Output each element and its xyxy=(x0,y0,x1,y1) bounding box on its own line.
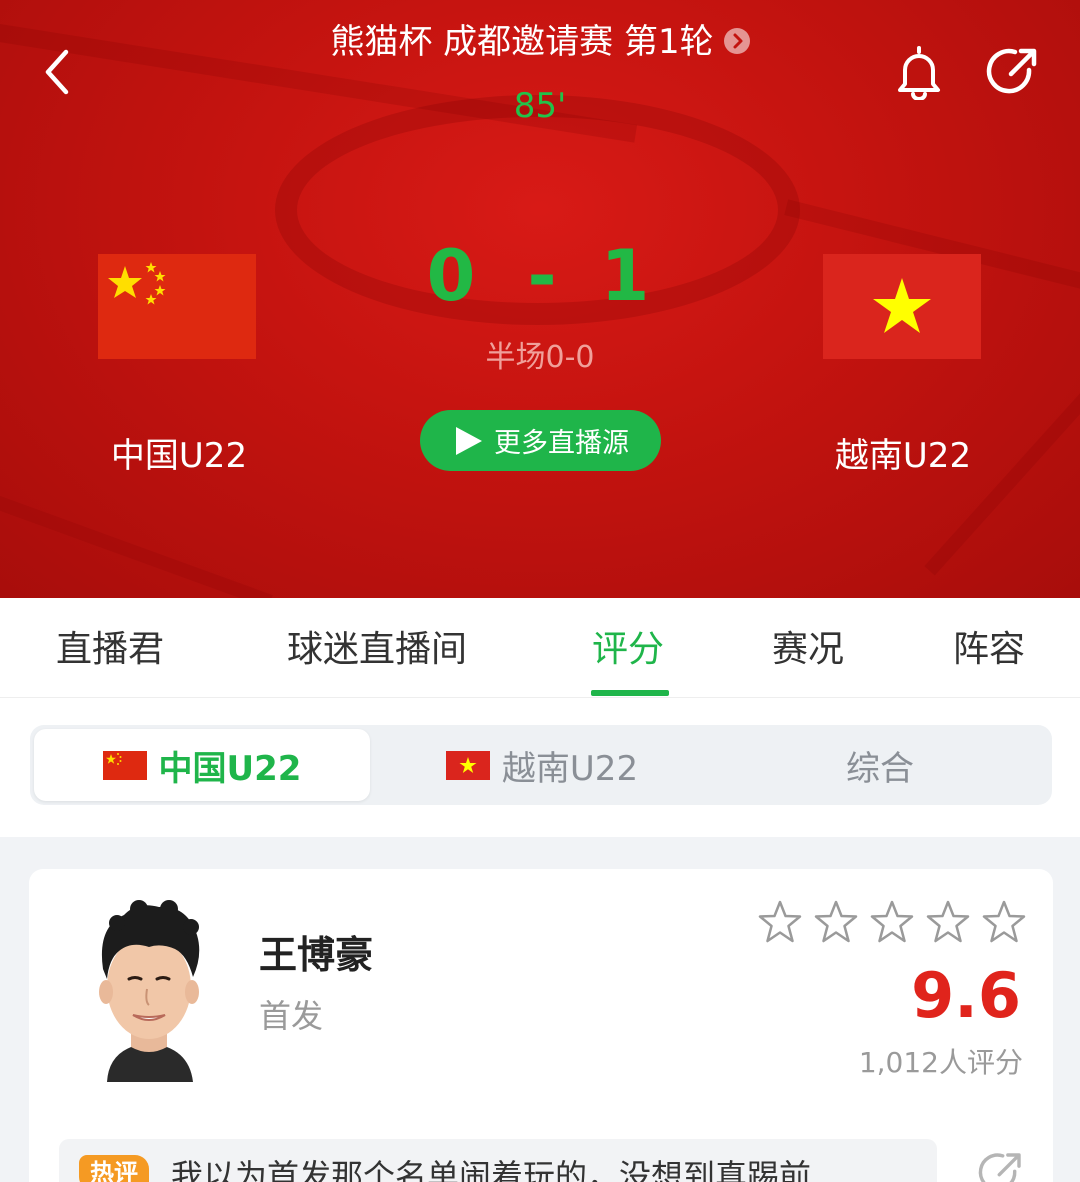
player-rating-card[interactable]: 王博豪 首发 9.6 1,012人评分 热评 我以为首发那个名单闹着玩的，没想到… xyxy=(29,869,1053,1182)
ratings-list: 王博豪 首发 9.6 1,012人评分 热评 我以为首发那个名单闹着玩的，没想到… xyxy=(0,837,1080,1182)
tab-fan-room[interactable]: 球迷直播间 xyxy=(287,620,467,672)
play-icon xyxy=(456,426,482,455)
away-team-name[interactable]: 越南U22 xyxy=(773,428,1033,477)
star-outline-icon[interactable] xyxy=(869,899,915,945)
china-flag-icon xyxy=(102,750,147,780)
comment-share-button[interactable] xyxy=(977,1149,1025,1182)
tab-live-host[interactable]: 直播君 xyxy=(56,620,164,672)
home-score: 0 xyxy=(426,235,476,317)
rate-stars xyxy=(757,899,1027,949)
away-score: 1 xyxy=(600,235,650,317)
share-icon xyxy=(978,1153,1021,1182)
team-segmented-control: 中国U22 越南U22 综合 xyxy=(30,725,1052,805)
pitch-decoration xyxy=(0,485,273,598)
tab-ratings[interactable]: 评分 xyxy=(592,620,664,672)
segment-label: 综合 xyxy=(846,748,914,789)
hot-comment-text: 我以为首发那个名单闹着玩的，没想到真踢前... xyxy=(171,1157,842,1182)
score-separator: - xyxy=(527,235,557,317)
tab-lineup[interactable]: 阵容 xyxy=(953,620,1025,672)
match-header: 熊猫杯 成都邀请赛 第1轮 85' 0 - 1 半场0-0 中国U22 越南U2… xyxy=(0,0,1080,598)
player-role: 首发 xyxy=(259,997,324,1035)
segment-away-team[interactable]: 越南U22 xyxy=(372,725,712,805)
star-outline-icon[interactable] xyxy=(925,899,971,945)
segment-home-team[interactable]: 中国U22 xyxy=(34,729,370,801)
vietnam-flag-icon xyxy=(445,750,490,780)
hot-comment[interactable]: 热评 我以为首发那个名单闹着玩的，没想到真踢前... xyxy=(59,1139,937,1182)
active-tab-indicator xyxy=(591,690,669,696)
star-outline-icon[interactable] xyxy=(813,899,859,945)
tab-bar: 直播君 球迷直播间 评分 赛况 阵容 xyxy=(0,598,1080,698)
star-outline-icon[interactable] xyxy=(757,899,803,945)
halftime-score: 半场0-0 xyxy=(485,340,595,375)
segment-label: 越南U22 xyxy=(501,748,639,789)
segment-overall[interactable]: 综合 xyxy=(712,725,1048,805)
player-avatar[interactable] xyxy=(79,897,219,1082)
tab-match-events[interactable]: 赛况 xyxy=(772,620,844,672)
competition-title: 熊猫杯 成都邀请赛 第1轮 xyxy=(330,22,714,62)
team-switch-area: 中国U22 越南U22 综合 xyxy=(0,699,1080,837)
segment-label: 中国U22 xyxy=(158,748,302,789)
share-icon xyxy=(986,48,1037,94)
live-button-label: 更多直播源 xyxy=(494,428,629,459)
chevron-right-circle-icon xyxy=(723,27,750,54)
bell-icon xyxy=(898,46,940,101)
share-button[interactable] xyxy=(985,44,1041,100)
player-rating-score: 9.6 xyxy=(911,959,1021,1032)
player-name: 王博豪 xyxy=(259,933,374,977)
star-outline-icon[interactable] xyxy=(981,899,1027,945)
home-team-name[interactable]: 中国U22 xyxy=(49,428,309,477)
notification-button[interactable] xyxy=(893,44,945,101)
hot-comment-badge: 热评 xyxy=(79,1155,149,1182)
more-live-sources-button[interactable]: 更多直播源 xyxy=(420,410,661,471)
rating-count: 1,012人评分 xyxy=(858,1046,1023,1079)
